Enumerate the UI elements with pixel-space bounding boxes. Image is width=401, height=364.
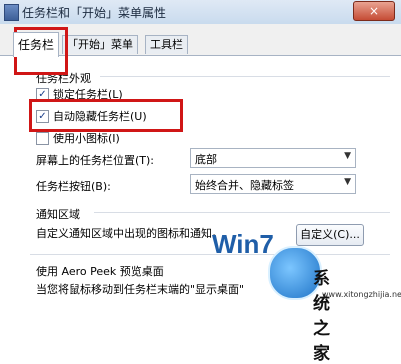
autohide-taskbar-checkbox[interactable]: ✓ (36, 109, 49, 123)
close-button[interactable]: × (353, 1, 395, 21)
chevron-down-icon: ▼ (344, 151, 351, 161)
group-title-notification: 通知区域 (36, 208, 80, 221)
small-icons-checkbox[interactable] (36, 131, 49, 145)
taskbar-buttons-label: 任务栏按钮(B): (36, 180, 111, 193)
customize-button[interactable]: 自定义(C)... (296, 224, 364, 246)
window-title: 任务栏和「开始」菜单属性 (22, 6, 167, 20)
taskbar-buttons-value: 始终合并、隐藏标签 (195, 179, 294, 192)
tab-panel-taskbar: 任务栏外观 ✓ 锁定任务栏(L) ✓ 自动隐藏任务栏(U) 使用小图标(I) 屏… (0, 56, 401, 303)
lock-taskbar-checkbox[interactable]: ✓ (36, 87, 49, 101)
autohide-taskbar-label: 自动隐藏任务栏(U) (53, 110, 147, 123)
tab-start-menu[interactable]: 「开始」菜单 (62, 35, 138, 54)
group-divider (100, 76, 390, 77)
small-icons-label: 使用小图标(I) (53, 132, 120, 145)
title-bar: 任务栏和「开始」菜单属性 × (0, 0, 401, 25)
watermark-text: 系统之家 (313, 269, 330, 364)
notification-description: 自定义通知区域中出现的图标和通知。 (36, 227, 223, 240)
autohide-taskbar-option[interactable]: ✓ 自动隐藏任务栏(U) (36, 108, 147, 124)
taskbar-position-value: 底部 (195, 153, 217, 166)
group-title-aero-peek: 使用 Aero Peek 预览桌面 (36, 265, 164, 278)
taskbar-buttons-select[interactable]: 始终合并、隐藏标签 ▼ (190, 174, 356, 194)
aero-peek-description: 当您将鼠标移动到任务栏末端的"显示桌面" (36, 283, 245, 296)
tab-toolbars[interactable]: 工具栏 (145, 35, 188, 54)
group-divider (94, 212, 390, 213)
lock-taskbar-option[interactable]: ✓ 锁定任务栏(L) (36, 86, 123, 102)
tab-strip: 任务栏 「开始」菜单 工具栏 (0, 24, 401, 57)
group-title-appearance: 任务栏外观 (36, 72, 91, 85)
group-divider (30, 254, 390, 255)
chevron-down-icon: ▼ (344, 177, 351, 187)
watermark-brand: Win7 (212, 229, 274, 259)
taskbar-properties-icon (4, 4, 19, 21)
taskbar-position-select[interactable]: 底部 ▼ (190, 148, 356, 168)
small-icons-option[interactable]: 使用小图标(I) (36, 130, 120, 146)
lock-taskbar-label: 锁定任务栏(L) (53, 88, 123, 101)
tab-taskbar[interactable]: 任务栏 (13, 32, 60, 57)
watermark-url: www.xitongzhijia.net (322, 290, 401, 299)
taskbar-position-label: 屏幕上的任务栏位置(T): (36, 154, 155, 167)
